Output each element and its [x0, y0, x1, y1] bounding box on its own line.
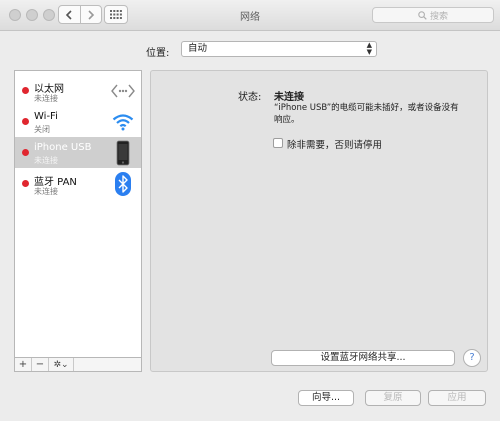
bluetooth-icon: [111, 172, 135, 196]
gear-menu-button[interactable]: ✲⌄: [49, 358, 74, 371]
location-value: 自动: [188, 43, 208, 54]
status-dot: [22, 180, 29, 187]
location-select[interactable]: 自动 ▲ ▼: [181, 41, 377, 57]
wifi-icon: [111, 110, 135, 134]
service-status: 关闭: [34, 125, 50, 134]
setup-bluetooth-sharing-button[interactable]: 设置蓝牙网络共享...: [271, 350, 455, 366]
service-item-iphone-usb[interactable]: iPhone USB 未连接: [15, 137, 141, 168]
service-list: 以太网 未连接 Wi-Fi 关闭 iPhone USB 未连接 蓝牙 PAN 未…: [14, 70, 142, 358]
apply-button[interactable]: 应用: [428, 390, 486, 406]
search-input[interactable]: 搜索: [372, 7, 494, 23]
disable-unless-needed-checkbox[interactable]: [273, 138, 283, 148]
service-status: 未连接: [34, 187, 58, 196]
service-item-bluetooth-pan[interactable]: 蓝牙 PAN 未连接: [15, 168, 141, 199]
status-dot: [22, 87, 29, 94]
service-name: iPhone USB: [34, 142, 92, 153]
list-footer: + − ✲⌄: [14, 358, 142, 372]
service-status: 未连接: [34, 94, 58, 103]
status-dot: [22, 118, 29, 125]
assist-button[interactable]: 向导...: [298, 390, 354, 406]
service-item-ethernet[interactable]: 以太网 未连接: [15, 75, 141, 106]
service-status: 未连接: [34, 156, 58, 165]
help-button[interactable]: ?: [463, 349, 481, 367]
search-placeholder: 搜索: [429, 11, 448, 22]
search-icon: [418, 10, 427, 20]
updown-arrows-icon: ▲ ▼: [366, 41, 372, 56]
ethernet-icon: [111, 79, 135, 103]
iphone-icon: [111, 140, 135, 166]
status-label: 状态:: [238, 92, 262, 103]
status-dot: [22, 149, 29, 156]
add-service-button[interactable]: +: [15, 358, 32, 371]
checkbox-label: 除非需要，否则请停用: [287, 140, 383, 151]
service-name: Wi-Fi: [34, 111, 58, 122]
status-description: “iPhone USB”的电缆可能未插好，或者设备没有响应。: [274, 103, 459, 125]
service-item-wifi[interactable]: Wi-Fi 关闭: [15, 106, 141, 137]
revert-button[interactable]: 复原: [365, 390, 421, 406]
remove-service-button[interactable]: −: [32, 358, 49, 371]
status-value: 未连接: [274, 92, 304, 103]
location-label: 位置:: [146, 48, 170, 59]
